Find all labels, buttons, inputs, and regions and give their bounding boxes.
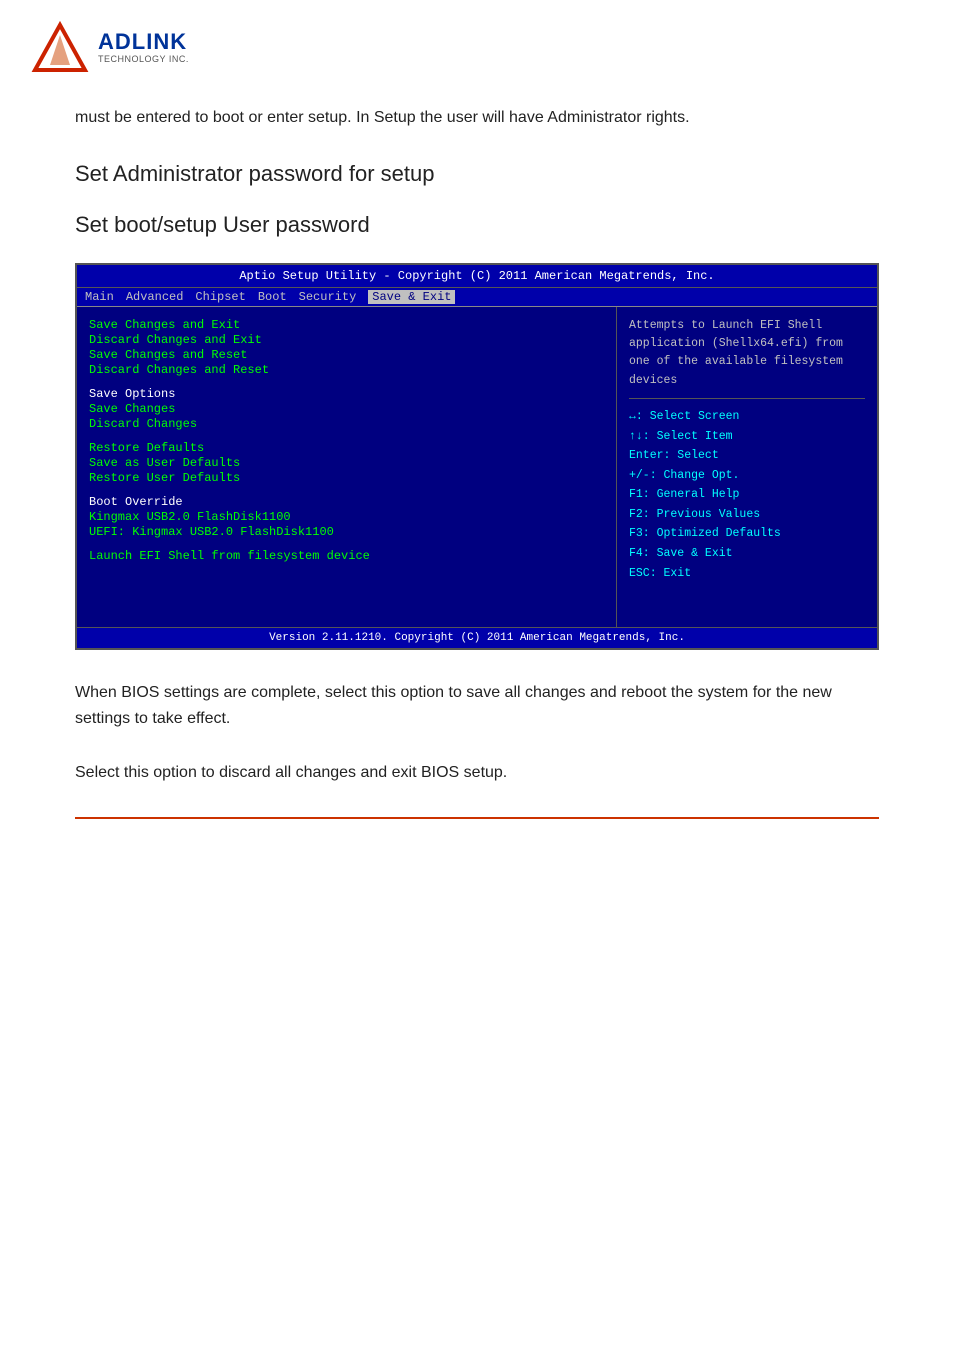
- bios-nav-boot[interactable]: Boot: [258, 290, 287, 304]
- page-bottom-divider: [75, 817, 879, 819]
- user-password-heading: Set boot/setup User password: [75, 212, 879, 238]
- main-content: must be entered to boot or enter setup. …: [0, 95, 954, 849]
- bios-menu-save-changes[interactable]: Save Changes: [89, 402, 604, 416]
- bios-menu-restore-user-defaults[interactable]: Restore User Defaults: [89, 471, 604, 485]
- intro-paragraph: must be entered to boot or enter setup. …: [75, 105, 879, 131]
- logo: ADLINK TECHNOLOGY INC.: [30, 20, 189, 75]
- bios-menu-save-exit[interactable]: Save Changes and Exit: [89, 318, 604, 332]
- bios-nav-security[interactable]: Security: [299, 290, 357, 304]
- bios-legend-esc: ESC: Exit: [629, 564, 865, 584]
- admin-password-heading: Set Administrator password for setup: [75, 161, 879, 187]
- bios-legend-select-screen: ↔: Select Screen: [629, 407, 865, 427]
- bios-legend-f1: F1: General Help: [629, 485, 865, 505]
- bios-legend-enter: Enter: Select: [629, 446, 865, 466]
- bios-menu-save-user-defaults[interactable]: Save as User Defaults: [89, 456, 604, 470]
- bios-right-description: Attempts to Launch EFI Shell application…: [629, 317, 865, 391]
- bios-nav-save-exit[interactable]: Save & Exit: [368, 290, 455, 304]
- bios-legend-f3: F3: Optimized Defaults: [629, 524, 865, 544]
- bios-left-panel: Save Changes and Exit Discard Changes an…: [77, 307, 617, 627]
- bios-legend-f2: F2: Previous Values: [629, 505, 865, 525]
- bios-menu-save-reset[interactable]: Save Changes and Reset: [89, 348, 604, 362]
- logo-text: ADLINK TECHNOLOGY INC.: [98, 30, 189, 64]
- bios-body: Save Changes and Exit Discard Changes an…: [77, 307, 877, 627]
- bios-legend-change-opt: +/-: Change Opt.: [629, 466, 865, 486]
- bios-legend-select-item: ↑↓: Select Item: [629, 427, 865, 447]
- bios-menu-launch-efi[interactable]: Launch EFI Shell from filesystem device: [89, 549, 604, 563]
- bios-screenshot: Aptio Setup Utility - Copyright (C) 2011…: [75, 263, 879, 650]
- bios-menu-discard-changes[interactable]: Discard Changes: [89, 417, 604, 431]
- page-header: ADLINK TECHNOLOGY INC.: [0, 0, 954, 95]
- bios-nav-bar: Main Advanced Chipset Boot Security Save…: [77, 288, 877, 307]
- discard-description: Select this option to discard all change…: [75, 760, 879, 786]
- bios-right-panel: Attempts to Launch EFI Shell application…: [617, 307, 877, 627]
- logo-adlink-label: ADLINK: [98, 30, 189, 54]
- bios-menu-kingmax-usb[interactable]: Kingmax USB2.0 FlashDisk1100: [89, 510, 604, 524]
- bios-nav-advanced[interactable]: Advanced: [126, 290, 184, 304]
- adlink-logo-icon: [30, 20, 90, 75]
- bios-menu-discard-exit[interactable]: Discard Changes and Exit: [89, 333, 604, 347]
- bios-legend-f4: F4: Save & Exit: [629, 544, 865, 564]
- bios-complete-description: When BIOS settings are complete, select …: [75, 680, 879, 733]
- bios-menu-save-options-label: Save Options: [89, 387, 604, 401]
- bios-nav-main[interactable]: Main: [85, 290, 114, 304]
- bios-menu-boot-override-label: Boot Override: [89, 495, 604, 509]
- bios-right-divider: [629, 398, 865, 399]
- bios-legend: ↔: Select Screen ↑↓: Select Item Enter: …: [629, 407, 865, 583]
- bios-footer: Version 2.11.1210. Copyright (C) 2011 Am…: [77, 627, 877, 648]
- bios-menu-discard-reset[interactable]: Discard Changes and Reset: [89, 363, 604, 377]
- bios-menu-uefi-kingmax[interactable]: UEFI: Kingmax USB2.0 FlashDisk1100: [89, 525, 604, 539]
- logo-subtitle: TECHNOLOGY INC.: [98, 55, 189, 65]
- bios-title: Aptio Setup Utility - Copyright (C) 2011…: [77, 265, 877, 288]
- bios-menu-restore-defaults[interactable]: Restore Defaults: [89, 441, 604, 455]
- bios-nav-chipset[interactable]: Chipset: [195, 290, 245, 304]
